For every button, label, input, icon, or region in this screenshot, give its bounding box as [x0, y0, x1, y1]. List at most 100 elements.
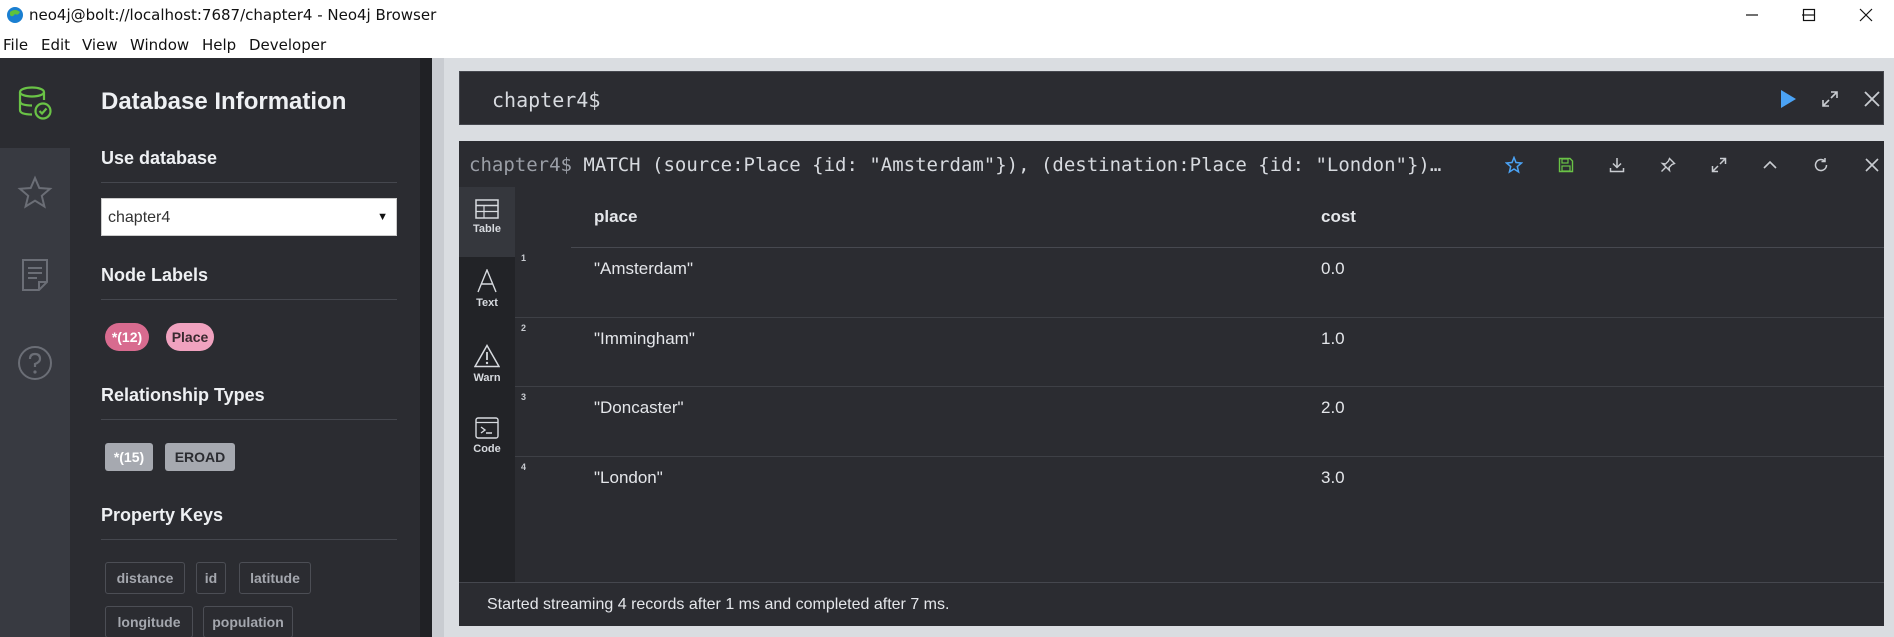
- divider: [101, 299, 397, 300]
- node-labels-heading: Node Labels: [101, 265, 209, 285]
- cell-place: "London": [594, 468, 663, 487]
- cell-cost: 0.0: [1321, 259, 1345, 278]
- window-title: neo4j@bolt://localhost:7687/chapter4 - N…: [29, 6, 437, 24]
- column-header-cost: cost: [1321, 207, 1356, 226]
- frame-prompt: chapter4$: [469, 154, 572, 176]
- property-key-longitude[interactable]: longitude: [105, 606, 193, 637]
- drawer-scrollbar[interactable]: [420, 58, 432, 637]
- view-selector: Table Text Warn Code: [459, 187, 515, 582]
- save-icon: [1558, 157, 1574, 173]
- editor-prompt[interactable]: chapter4$: [492, 88, 600, 112]
- maximize-icon: [1802, 8, 1816, 22]
- cell-cost: 1.0: [1321, 329, 1345, 348]
- view-tab-text[interactable]: Text: [459, 257, 515, 327]
- menu-window[interactable]: Window: [130, 36, 189, 54]
- menu-bar: File Edit View Window Help Developer: [0, 30, 1894, 58]
- close-icon: [1859, 8, 1873, 22]
- table-icon: [475, 199, 499, 219]
- query-editor[interactable]: chapter4$: [459, 71, 1884, 125]
- row-number: 4: [521, 462, 527, 472]
- property-keys-heading: Property Keys: [101, 505, 224, 525]
- divider: [101, 419, 397, 420]
- cell-place: "Amsterdam": [594, 259, 693, 278]
- node-label-all[interactable]: *(12): [105, 323, 149, 351]
- minimize-icon: [1746, 14, 1758, 16]
- close-icon: [1864, 91, 1880, 107]
- view-tab-label: Text: [476, 297, 498, 309]
- row-divider: [515, 386, 1884, 387]
- database-select[interactable]: chapter4 ▼: [101, 198, 397, 236]
- use-database-heading: Use database: [101, 148, 218, 168]
- frame-query-text: MATCH (source:Place {id: "Amsterdam"}), …: [571, 154, 1442, 176]
- result-table: place cost 1 "Amsterdam" 0.0 2 "Immingha…: [515, 187, 1884, 582]
- sidebar-iconbar: [0, 58, 70, 637]
- dropdown-arrow-icon: ▼: [377, 211, 388, 223]
- relationship-type-eroad[interactable]: EROAD: [165, 443, 235, 471]
- database-select-value: chapter4: [108, 209, 171, 226]
- star-icon: [1505, 156, 1523, 174]
- menu-edit[interactable]: Edit: [41, 36, 70, 54]
- download-button[interactable]: [1603, 151, 1631, 179]
- close-window-button[interactable]: [1838, 0, 1894, 30]
- text-icon: [477, 269, 497, 293]
- database-info-drawer: Database Information Use database chapte…: [70, 58, 432, 637]
- menu-view[interactable]: View: [82, 36, 118, 54]
- expand-icon: [1822, 91, 1838, 107]
- collapse-button[interactable]: [1756, 151, 1784, 179]
- divider: [101, 182, 397, 183]
- divider: [101, 539, 397, 540]
- drawer-title: Database Information: [101, 88, 347, 115]
- drawer-resize-strip: [432, 58, 444, 637]
- property-key-distance[interactable]: distance: [105, 562, 185, 594]
- cell-place: "Doncaster": [594, 398, 684, 417]
- refresh-icon: [1814, 158, 1828, 172]
- result-frame: chapter4$ MATCH (source:Place {id: "Amst…: [459, 141, 1884, 626]
- menu-help[interactable]: Help: [202, 36, 236, 54]
- expand-icon: [1711, 157, 1727, 173]
- star-icon: [17, 175, 53, 209]
- relationship-type-all[interactable]: *(15): [105, 443, 153, 471]
- view-tab-table[interactable]: Table: [459, 187, 515, 257]
- row-divider: [515, 317, 1884, 318]
- view-tab-code[interactable]: Code: [459, 405, 515, 475]
- sidebar-item-documents[interactable]: [0, 230, 70, 320]
- row-number: 1: [521, 253, 527, 263]
- node-label-place[interactable]: Place: [166, 323, 214, 351]
- relationship-types-heading: Relationship Types: [101, 385, 265, 405]
- code-icon: [475, 417, 499, 439]
- database-icon: [18, 86, 52, 120]
- maximize-button[interactable]: [1781, 0, 1837, 30]
- pin-icon: [1660, 157, 1676, 173]
- row-divider: [515, 456, 1884, 457]
- cell-cost: 2.0: [1321, 398, 1345, 417]
- menu-developer[interactable]: Developer: [249, 36, 326, 54]
- menu-file[interactable]: File: [3, 36, 28, 54]
- minimize-button-real[interactable]: [1724, 0, 1780, 30]
- view-tab-warn[interactable]: Warn: [459, 332, 515, 402]
- property-key-population[interactable]: population: [203, 606, 293, 637]
- row-number: 2: [521, 323, 527, 333]
- clear-editor-button[interactable]: [1857, 84, 1887, 114]
- rerun-button[interactable]: [1807, 151, 1835, 179]
- view-tab-label: Table: [473, 223, 501, 235]
- chevron-up-icon: [1763, 160, 1777, 169]
- property-key-latitude[interactable]: latitude: [239, 562, 311, 594]
- run-query-button[interactable]: [1773, 84, 1803, 114]
- play-icon: [1781, 90, 1796, 108]
- close-frame-button[interactable]: [1858, 151, 1886, 179]
- view-tab-label: Warn: [473, 372, 501, 384]
- sidebar-item-database[interactable]: [0, 58, 70, 148]
- expand-editor-button[interactable]: [1815, 84, 1845, 114]
- sidebar-item-help[interactable]: [0, 318, 70, 408]
- sidebar-item-favorites[interactable]: [0, 148, 70, 238]
- property-key-id[interactable]: id: [196, 562, 226, 594]
- save-button[interactable]: [1552, 151, 1580, 179]
- cell-cost: 3.0: [1321, 468, 1345, 487]
- cell-place: "Immingham": [594, 329, 695, 348]
- header-divider: [571, 247, 1884, 248]
- download-icon: [1609, 158, 1625, 173]
- favorite-button[interactable]: [1500, 151, 1528, 179]
- pin-button[interactable]: [1654, 151, 1682, 179]
- frame-query[interactable]: chapter4$ MATCH (source:Place {id: "Amst…: [469, 154, 1474, 176]
- fullscreen-button[interactable]: [1705, 151, 1733, 179]
